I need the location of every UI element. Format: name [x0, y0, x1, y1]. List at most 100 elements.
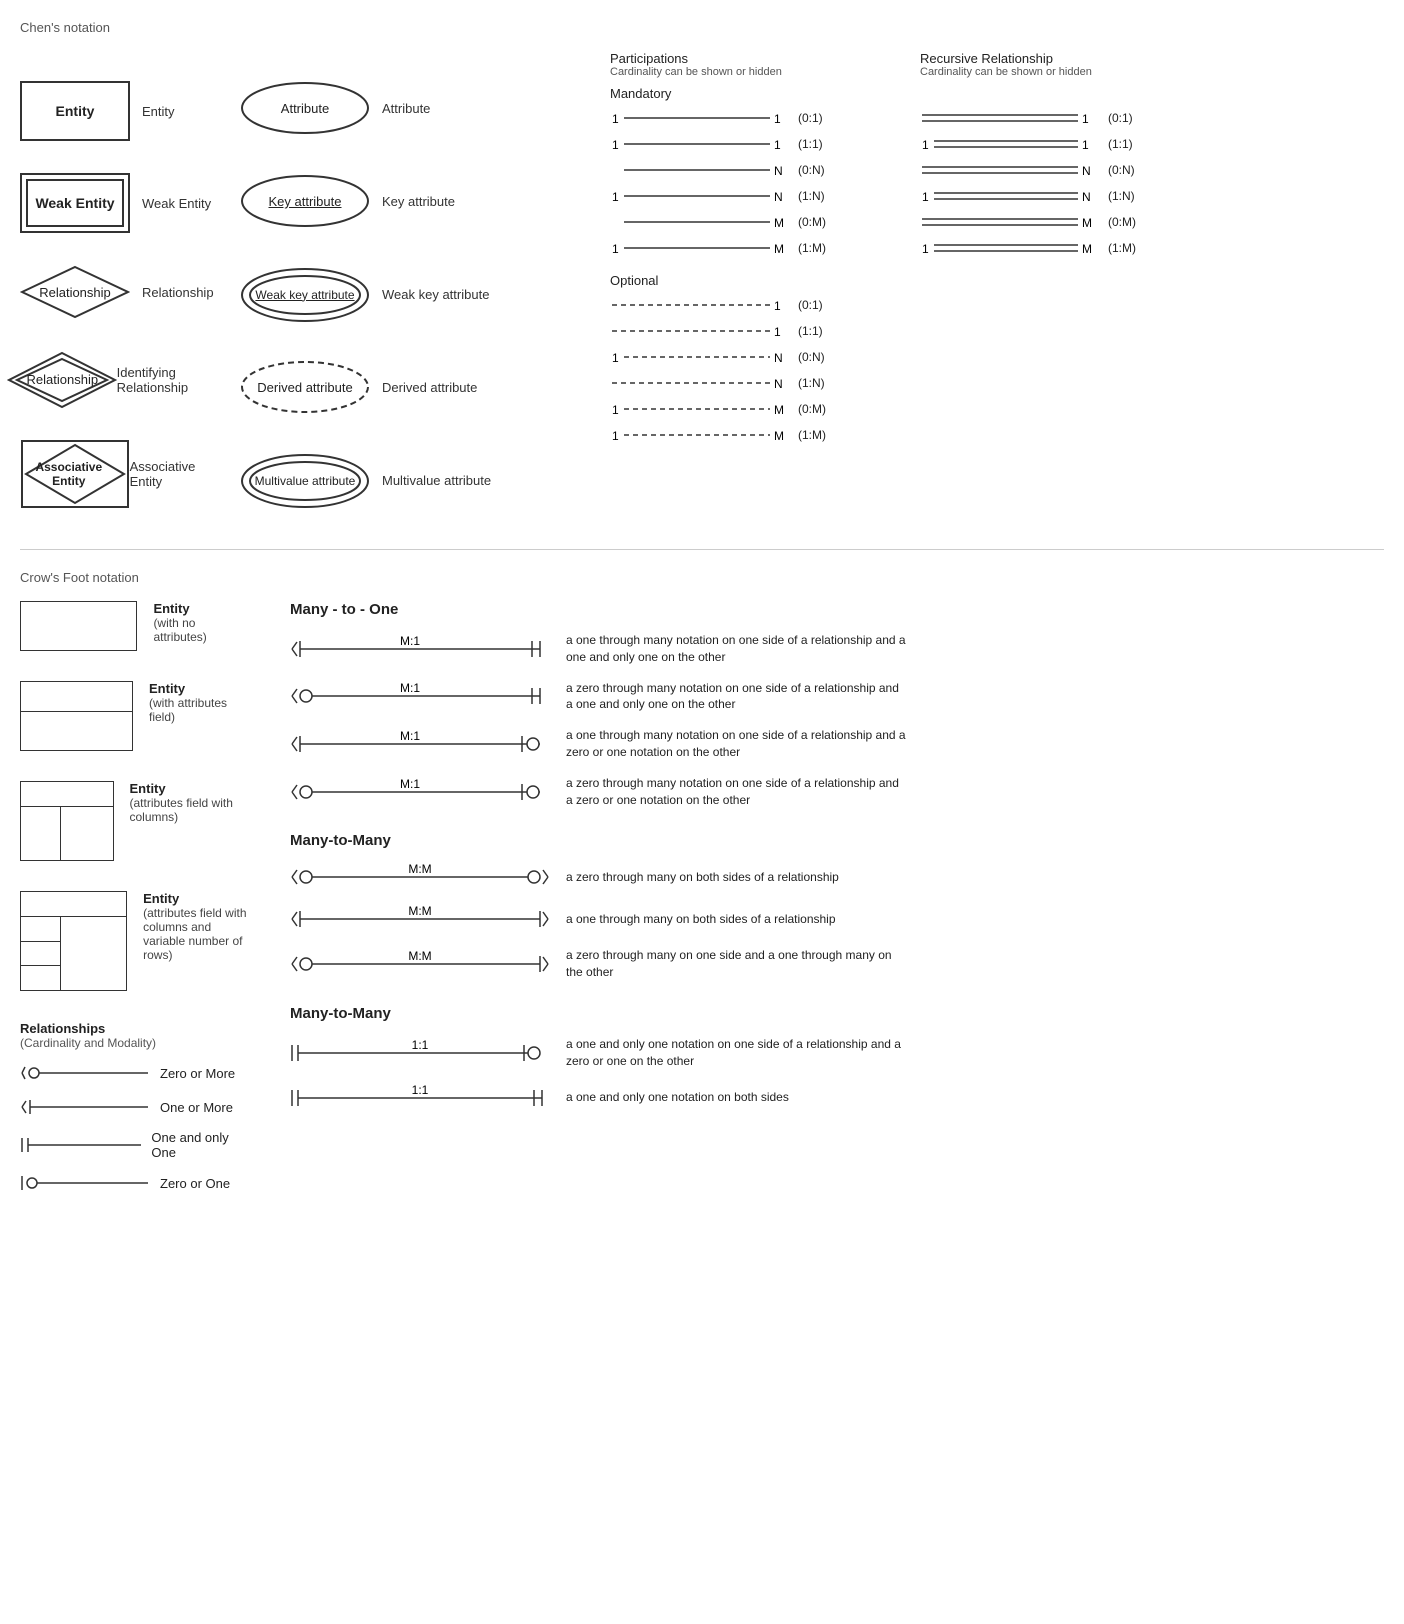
rec-label-1m: (1:M) — [1108, 241, 1136, 255]
mm-row-1-desc: a zero through many on both sides of a r… — [566, 869, 839, 886]
cf-entity-varrows-desc: Entity (attributes field with columns an… — [143, 891, 250, 962]
11-row-2-desc: a one and only one notation on both side… — [566, 1089, 789, 1106]
crows-legend: Relationships (Cardinality and Modality)… — [20, 1021, 250, 1194]
legend-zero-or-one-label: Zero or One — [160, 1176, 230, 1191]
11-row-2-svg: 1:1 — [290, 1084, 550, 1112]
relationship-symbol-row: Relationship Relationship — [20, 265, 220, 320]
svg-text:M: M — [1082, 216, 1092, 230]
cf-entity-varrows-row: Entity (attributes field with columns an… — [20, 891, 250, 991]
svg-text:1: 1 — [612, 351, 619, 365]
opt-line-1m-svg: 1 M — [610, 424, 790, 446]
legend-one-only: One and only One — [20, 1130, 250, 1160]
key-attribute-shape-label: Key attribute — [269, 194, 342, 209]
part-line-01-svg: 1 1 — [610, 107, 790, 129]
svg-text:1: 1 — [612, 190, 619, 204]
m1-row-4-desc: a zero through many notation on one side… — [566, 775, 906, 809]
opt-line-1n: N (1:N) — [610, 372, 890, 394]
recursive-title: Recursive Relationship — [920, 51, 1170, 66]
part-label-11: (1:1) — [798, 137, 823, 151]
mandatory-label: Mandatory — [610, 86, 890, 101]
rec-line-11: 1 1 (1:1) — [920, 133, 1170, 155]
multivalue-attribute-label: Multivalue attribute — [255, 474, 356, 488]
mm-row-3-desc: a zero through many on one side and a on… — [566, 947, 906, 981]
part-label-1m: (1:M) — [798, 241, 826, 255]
svg-text:M: M — [774, 216, 784, 230]
svg-text:1: 1 — [1082, 112, 1089, 126]
part-line-0m: M (0:M) — [610, 211, 890, 233]
svg-text:1:1: 1:1 — [412, 1039, 429, 1052]
svg-text:1:1: 1:1 — [412, 1084, 429, 1097]
attribute-shape: Attribute — [240, 81, 370, 136]
rec-label-0n: (0:N) — [1108, 163, 1135, 177]
opt-line-1m: 1 M (1:M) — [610, 424, 890, 446]
m1-row-2-desc: a zero through many notation on one side… — [566, 680, 906, 714]
weak-key-attribute-shape: Weak key attribute — [240, 267, 370, 322]
svg-text:1: 1 — [922, 190, 929, 204]
weak-key-attribute-symbol-row: Weak key attribute Weak key attribute — [240, 267, 580, 322]
opt-line-0m-svg: 1 M — [610, 398, 790, 420]
key-attribute-name: Key attribute — [382, 194, 455, 209]
svg-text:N: N — [1082, 190, 1091, 204]
svg-text:M: M — [1082, 242, 1092, 256]
part-line-1n: 1 N (1:N) — [610, 185, 890, 207]
associative-entity-symbol-row: AssociativeEntity Associative Entity — [20, 439, 220, 509]
part-line-0m-svg: M — [610, 211, 790, 233]
opt-line-11-svg: 1 — [610, 320, 790, 342]
svg-text:1: 1 — [612, 112, 619, 126]
rec-line-0m: M (0:M) — [920, 211, 1170, 233]
cf-entity-varrows-sub: (attributes field with columns and varia… — [143, 906, 250, 962]
opt-line-0n-svg: 1 N — [610, 346, 790, 368]
rec-line-0n-svg: N — [920, 159, 1100, 181]
m1-row-3: M:1 a one through many notation on one s… — [290, 727, 1384, 761]
key-attribute-shape: Key attribute — [240, 174, 370, 229]
participations-subtitle: Cardinality can be shown or hidden — [610, 66, 890, 78]
m1-row-2-svg: M:1 — [290, 682, 550, 710]
rec-label-1n: (1:N) — [1108, 189, 1135, 203]
svg-text:M:M: M:M — [408, 905, 431, 918]
legend-zero-or-one-svg — [20, 1172, 150, 1194]
entity-shape-label: Entity — [56, 103, 95, 119]
identifying-relationship-label: Relationship — [27, 372, 99, 387]
svg-text:M:1: M:1 — [400, 682, 420, 695]
weak-key-attribute-label: Weak key attribute — [255, 288, 354, 302]
svg-text:N: N — [774, 377, 783, 391]
opt-label-1n: (1:N) — [798, 376, 825, 390]
opt-label-0n: (0:N) — [798, 350, 825, 364]
participations-header: Participations Cardinality can be shown … — [610, 51, 890, 78]
crows-left-col: Entity (with no attributes) Entity (with… — [20, 601, 250, 1206]
opt-line-1n-svg: N — [610, 372, 790, 394]
m1-row-2: M:1 a zero through many notation on one … — [290, 680, 1384, 714]
rec-line-1m-svg: 1 M — [920, 237, 1100, 259]
part-label-01: (0:1) — [798, 111, 823, 125]
m1-row-4-svg: M:1 — [290, 778, 550, 806]
cf-entity-cols-sub: (attributes field with columns) — [130, 796, 251, 824]
11-row-1: 1:1 a one and only one notation on one s… — [290, 1036, 1384, 1070]
legend-zero-or-more-svg — [20, 1062, 150, 1084]
legend-zero-or-one: Zero or One — [20, 1172, 250, 1194]
cf-entity-simple-desc: Entity (with no attributes) — [153, 601, 250, 644]
cf-entity-cols-shape — [20, 781, 114, 861]
legend-zero-or-more: Zero or More — [20, 1062, 250, 1084]
crows-section: Crow's Foot notation Entity (with no att… — [20, 549, 1384, 1206]
derived-attribute-symbol-row: Derived attribute Derived attribute — [240, 360, 580, 415]
svg-text:M:M: M:M — [408, 950, 431, 963]
m1-row-3-desc: a one through many notation on one side … — [566, 727, 906, 761]
part-line-11: 1 1 (1:1) — [610, 133, 890, 155]
cf-entity-simple-sub: (with no attributes) — [153, 616, 250, 644]
relationship-name: Relationship — [142, 285, 214, 300]
m1-row-1: M:1 a one through many notation on one s… — [290, 632, 1384, 666]
derived-attribute-shape-label: Derived attribute — [257, 380, 352, 395]
svg-text:1: 1 — [922, 138, 929, 152]
cf-entity-varrows-name: Entity — [143, 891, 250, 906]
svg-text:N: N — [774, 190, 783, 204]
svg-text:N: N — [1082, 164, 1091, 178]
svg-text:N: N — [774, 351, 783, 365]
rec-label-01: (0:1) — [1108, 111, 1133, 125]
derived-attribute-shape: Derived attribute — [240, 360, 370, 415]
rec-label-11: (1:1) — [1108, 137, 1133, 151]
identifying-relationship-name: Identifying Relationship — [117, 365, 220, 395]
svg-text:1: 1 — [612, 403, 619, 417]
many-to-one-title: Many - to - One — [290, 601, 1384, 618]
key-attribute-symbol-row: Key attribute Key attribute — [240, 174, 580, 229]
opt-label-1m: (1:M) — [798, 428, 826, 442]
